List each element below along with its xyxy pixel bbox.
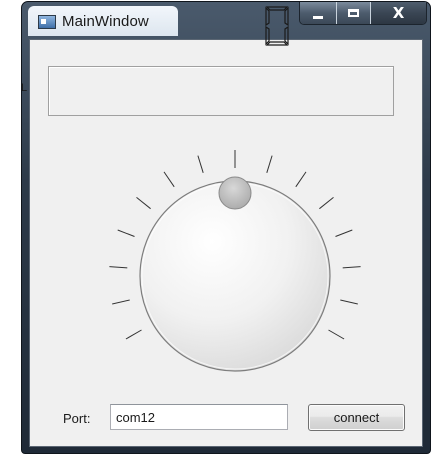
dial-notch [109,266,128,269]
connect-button[interactable]: connect [308,404,405,431]
dial-notch [125,329,142,340]
dial-notch [136,197,151,210]
port-input[interactable] [110,404,288,430]
dial-control[interactable] [0,0,440,457]
port-label: Port: [63,411,91,426]
dial-notch [340,299,358,305]
dial-notch [295,171,307,188]
dial-notch [335,229,353,237]
dial-notch [163,171,175,188]
dial-notch [342,266,361,269]
dial-notch [197,155,204,173]
dial-handle[interactable] [218,176,252,210]
dial-notch [319,197,334,210]
dial-notch [266,155,273,173]
dial-notch [112,299,130,305]
dial-notch [328,329,345,340]
dial-notch [117,229,135,237]
